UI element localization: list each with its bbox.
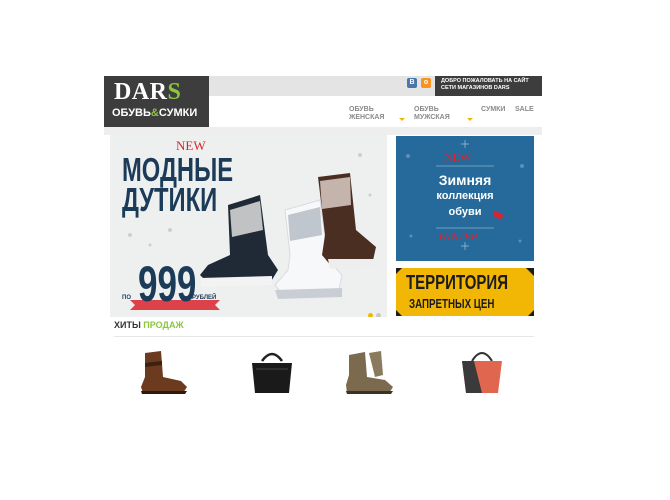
welcome-line-2: СЕТИ МАГАЗИНОВ DARS [441,85,510,91]
slider-pagination [368,305,384,317]
vk-icon[interactable]: В [407,78,417,88]
hits-heading-b: ПРОДАЖ [143,320,184,330]
winter-collection-banner[interactable]: NEW Зимняя коллекция обуви WINTER [396,136,534,261]
nav-label: ОБУВЬ [349,106,374,113]
khaki-boot-icon[interactable] [339,347,399,397]
slider-dot-active[interactable] [368,313,373,317]
black-bag-icon[interactable] [242,347,302,397]
winter-line-1: Зимняя [438,172,492,188]
main-banner[interactable]: NEW МОДНЫЕ ДУТИКИ 999 ПО РУБЛЕЙ [110,135,387,317]
territory-banner[interactable]: ТЕРРИТОРИЯ ЗАПРЕТНЫХ ЦЕН [396,268,534,316]
banner-price-suffix: РУБЛЕЙ [192,295,217,301]
logo-tagline-shoes: ОБУВЬ [112,107,151,119]
hits-heading: ХИТЫ ПРОДАЖ [114,320,184,330]
header-divider [104,127,542,135]
winter-line-3: обуви [448,206,482,218]
hits-divider [114,336,534,337]
logo-wordmark: DAR [114,79,168,105]
welcome-line-1: ДОБРО ПОЖАЛОВАТЬ НА САЙТ [441,78,529,84]
coral-bag-icon[interactable] [452,347,512,397]
logo-wordmark-accent: S [167,79,182,105]
welcome-box: ДОБРО ПОЖАЛОВАТЬ НА САЙТ СЕТИ МАГАЗИНОВ … [435,76,542,96]
nav-item-men-shoes[interactable]: ОБУВЬ МУЖСКАЯ [414,106,450,122]
winter-script-label: WINTER [438,231,478,243]
nav-label: МУЖСКАЯ [414,114,450,121]
nav-label: СУМКИ [481,106,506,113]
odnoklassniki-icon[interactable]: о [421,78,431,88]
nav-item-women-shoes[interactable]: ОБУВЬ ЖЕНСКАЯ [349,106,384,122]
site-logo[interactable]: DARS ОБУВЬ&СУМКИ [104,76,209,127]
banner-price: 999 [138,256,197,312]
hits-heading-a: ХИТЫ [114,320,141,330]
brown-boot-icon[interactable] [133,347,193,397]
chevron-down-icon[interactable] [399,118,405,121]
nav-item-sale[interactable]: SALE [515,106,534,114]
winter-new-label: NEW [444,150,472,164]
nav-item-bags[interactable]: СУМКИ [481,106,505,114]
territory-line-2: ЗАПРЕТНЫХ ЦЕН [409,296,495,311]
slider-dot[interactable] [376,313,381,317]
nav-label: ЖЕНСКАЯ [349,114,385,121]
chevron-down-icon[interactable] [467,118,473,121]
territory-line-1: ТЕРРИТОРИЯ [406,272,508,294]
nav-label: SALE [515,106,534,113]
logo-tagline-bags: СУМКИ [158,107,198,119]
winter-line-2: коллекция [436,190,494,202]
nav-label: ОБУВЬ [414,106,439,113]
banner-price-prefix: ПО [122,295,131,301]
logo-tagline-amp: & [150,107,159,119]
